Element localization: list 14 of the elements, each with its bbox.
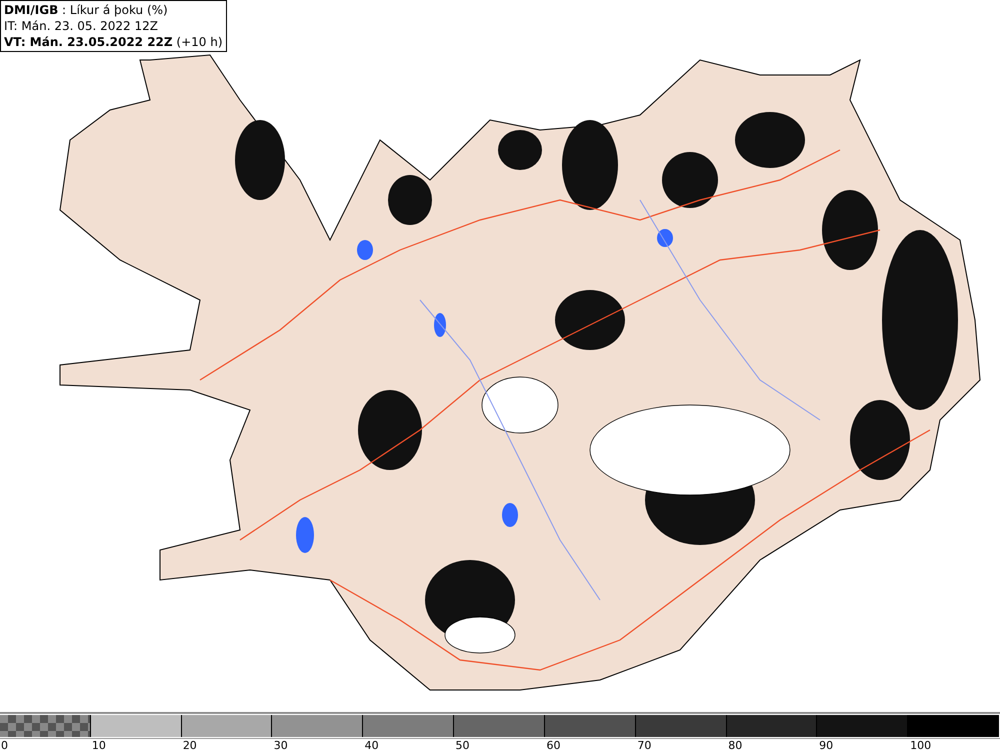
product-title: DMI/IGB : Líkur á þoku (%) [4,2,169,18]
initial-time: IT: Mán. 23. 05. 2022 12Z [4,18,159,34]
legend-tick-label: 90 [818,739,834,750]
legend-tick-label: 10 [90,739,107,750]
legend-tick-label: 100 [909,739,932,750]
legend-tick-label: 80 [727,739,744,750]
legend-tick-label: 20 [182,739,198,750]
legend-tick-label: 40 [364,739,380,750]
valid-time: VT: Mán. 23.05.2022 22Z (+10 h) [4,34,223,50]
legend-tick-label: 60 [545,739,562,750]
legend-tick-label: 0 [0,739,9,750]
legend-tick-label: 70 [636,739,652,750]
legend-tick-label: 30 [272,739,289,750]
legend-tick-label: 50 [454,739,471,750]
